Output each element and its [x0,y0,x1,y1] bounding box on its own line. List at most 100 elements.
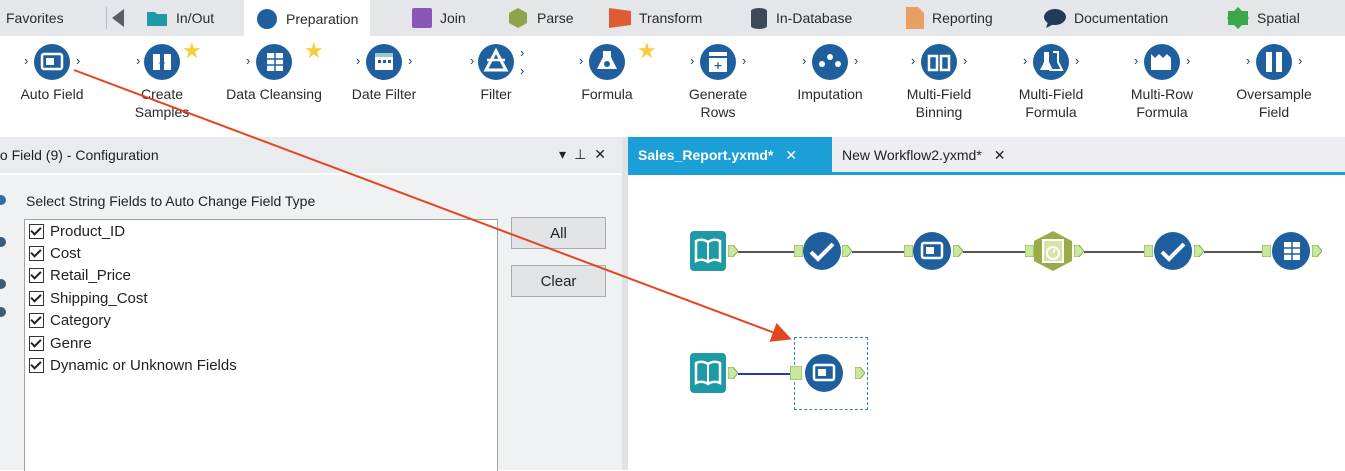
tool-imputation[interactable]: › › Imputation [782,42,878,103]
list-item[interactable]: Shipping_Cost [25,287,497,309]
configuration-panel: Select String Fields to Auto Change Fiel… [0,175,622,471]
parse-icon [509,8,527,28]
category-tab-reporting[interactable]: Reporting [906,0,993,36]
multi-row-icon [1142,42,1182,82]
transform-icon [609,8,631,28]
tool-label: Date Filter [351,86,417,102]
tool-filter[interactable]: › › › Filter [448,42,544,103]
tool-label: Data Cleansing [226,86,322,102]
tool-formula[interactable]: › ★ Formula [559,38,657,103]
output-anchor[interactable] [1194,245,1204,257]
pin-icon[interactable]: ⊥ [574,146,586,163]
checkbox-checked[interactable] [29,313,44,329]
data-cleansing-node[interactable] [1271,231,1311,271]
tool-auto-field[interactable]: › › Auto Field [4,42,100,103]
category-tab-favorites[interactable]: Favorites [6,0,64,36]
checkbox-checked[interactable] [29,223,44,239]
checkbox-checked[interactable] [29,246,44,262]
tab-sales-report[interactable]: Sales_Report.yxmd* ✕ [628,137,832,173]
input-anchor[interactable] [790,366,802,380]
category-tab-in-database[interactable]: In-Database [750,0,852,36]
panel-side-strip [0,175,8,470]
tool-date-filter[interactable]: › › Date Filter [336,42,432,103]
output-anchor[interactable] [855,367,865,379]
panel-menu-icon[interactable]: ▾ [559,146,566,163]
tool-label: Oversample Field [1236,86,1312,120]
category-label: Preparation [286,11,359,27]
category-tab-bar: Favorites In/Out Preparation Join Parse … [0,0,1345,38]
list-item[interactable]: Cost [25,242,497,264]
summarize-node-timer-icon[interactable] [1034,231,1072,271]
scroll-left-icon[interactable] [112,9,124,27]
select-node-check-icon[interactable] [802,231,842,271]
connection-line [738,251,794,253]
list-item[interactable]: Dynamic or Unknown Fields [25,354,497,376]
close-icon[interactable]: ✕ [785,147,797,164]
checkbox-checked[interactable] [29,335,44,351]
tab-label: Sales_Report.yxmd* [638,147,774,163]
folder-icon [147,12,167,26]
connection-line-selected [738,373,790,375]
join-icon [412,8,432,28]
close-icon[interactable]: ✕ [594,146,606,163]
tool-oversample-field[interactable]: › › Oversample Field [1226,42,1322,121]
checkbox-checked[interactable] [29,358,44,374]
select-all-button[interactable]: All [511,217,606,249]
tool-multi-row-formula[interactable]: › › Multi-Row Formula [1114,42,1210,121]
input-data-node[interactable] [690,231,726,271]
output-anchor[interactable] [1074,245,1084,257]
tool-label: Imputation [797,86,863,102]
auto-field-node[interactable] [912,231,952,271]
tool-label: Generate Rows [688,86,748,120]
tool-multi-field-formula[interactable]: › › Multi-Field Formula [1003,42,1099,121]
list-item[interactable]: Retail_Price [25,265,497,287]
comment-icon [1044,9,1066,28]
output-anchor[interactable] [842,245,852,257]
list-item[interactable]: Product_ID [25,220,497,242]
category-tab-join[interactable]: Join [412,0,466,36]
input-anchor[interactable] [1144,245,1153,257]
side-tab-icon[interactable] [0,307,6,317]
select-node-check-icon[interactable] [1153,231,1193,271]
filter-icon [476,42,516,82]
category-label: Favorites [6,10,64,26]
tool-palette: › › Auto Field › ★ + Create Samples › ★ Dat… [0,38,1345,134]
tool-multi-field-binning[interactable]: › › Multi-Field Binning [891,42,987,121]
list-item[interactable]: Category [25,310,497,332]
workflow-canvas[interactable] [628,175,1345,470]
tool-generate-rows[interactable]: › › + Generate Rows [670,42,766,121]
auto-field-node-selected[interactable] [804,353,844,393]
input-anchor[interactable] [1025,245,1034,257]
close-icon[interactable]: ✕ [994,147,1006,164]
input-anchor[interactable] [1262,245,1271,257]
binning-icon [919,42,959,82]
category-tab-inout[interactable]: In/Out [146,0,214,36]
category-tab-documentation[interactable]: Documentation [1044,0,1168,36]
output-anchor[interactable] [728,245,738,257]
calendar-icon [364,42,404,82]
category-tab-spatial[interactable]: Spatial [1227,0,1300,36]
output-anchor[interactable] [728,367,738,379]
category-tab-parse[interactable]: Parse [507,0,574,36]
category-tab-transform[interactable]: Transform [609,0,702,36]
output-anchor[interactable] [1312,245,1322,257]
tab-new-workflow2[interactable]: New Workflow2.yxmd* ✕ [838,137,1006,173]
output-anchor[interactable] [953,245,963,257]
category-label: Spatial [1257,10,1300,26]
field-checklist[interactable]: Product_ID Cost Retail_Price Shipping_Co… [24,219,498,471]
side-tab-icon[interactable] [0,195,6,205]
list-item[interactable]: Genre [25,332,497,354]
side-tab-icon[interactable] [0,237,6,247]
category-tab-preparation[interactable]: Preparation [244,0,371,38]
side-tab-icon[interactable] [0,279,6,289]
tool-label: Auto Field [20,86,84,102]
checkbox-checked[interactable] [29,268,44,284]
tool-data-cleansing[interactable]: › ★ Data Cleansing [226,38,324,103]
tool-create-samples[interactable]: › ★ + Create Samples [112,38,212,121]
reporting-icon [906,7,924,29]
checkbox-checked[interactable] [29,290,44,306]
tool-label: Filter [480,86,512,102]
input-data-node[interactable] [690,353,726,393]
favorite-star-icon: ★ [182,38,202,63]
clear-button[interactable]: Clear [511,265,606,297]
